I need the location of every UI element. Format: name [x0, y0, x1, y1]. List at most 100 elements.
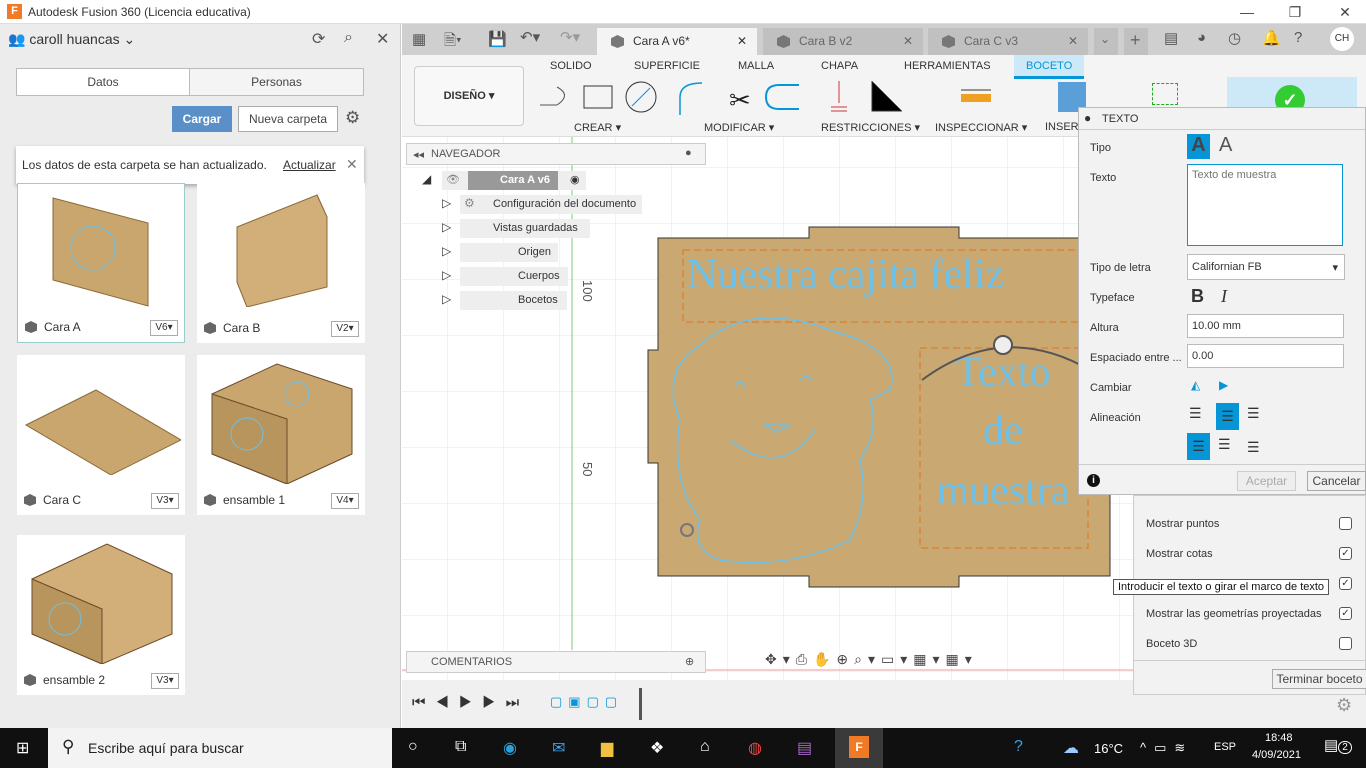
version-selector[interactable]: V3▾ [151, 493, 179, 509]
flip-horizontal-icon[interactable]: ◭ [1191, 378, 1200, 392]
search-box[interactable]: ⚲ Escribe aquí para buscar [48, 728, 392, 768]
avatar[interactable]: CH [1330, 27, 1354, 51]
align-center-icon[interactable]: ☰ [1216, 403, 1239, 430]
activate-radio-icon[interactable]: ◉ [570, 171, 580, 190]
refresh-icon[interactable]: ⟳ [312, 29, 325, 49]
navigation-toolbar[interactable]: ✥▾⎙✋⊕⌕▾▭▾▦▾▦▾ [765, 651, 1000, 673]
expand-icon[interactable]: ▷ [442, 268, 451, 282]
align-right-icon[interactable]: ☰ [1247, 405, 1260, 422]
ok-button[interactable]: Aceptar [1237, 471, 1296, 491]
comments-panel[interactable]: COMENTARIOS ⊕ [406, 651, 706, 673]
tab-datos[interactable]: Datos [16, 68, 190, 96]
update-link[interactable]: Actualizar [283, 158, 336, 172]
tab-cara-a[interactable]: Cara A v6* ✕ [597, 28, 757, 55]
close-tab-icon[interactable]: ✕ [737, 34, 747, 48]
minimize-button[interactable]: — [1232, 2, 1262, 22]
select-icon[interactable] [1152, 83, 1178, 105]
tab-chapa[interactable]: CHAPA [821, 60, 858, 72]
font-select[interactable]: Californian FB ▾ [1187, 254, 1345, 280]
version-selector[interactable]: V4▾ [331, 493, 359, 509]
notifications-icon[interactable]: ▤ 2 [1324, 736, 1352, 754]
browser-node-document-settings[interactable]: Configuración del documento [460, 195, 642, 214]
team-selector[interactable]: 👥 caroll huancas ⌄ [8, 31, 135, 48]
redo-icon[interactable]: ↷▾ [560, 28, 580, 46]
restore-button[interactable]: ❐ [1280, 2, 1310, 22]
add-comment-icon[interactable]: ⊕ [685, 655, 694, 668]
close-window-button[interactable]: ✕ [1330, 2, 1360, 22]
tab-cara-c[interactable]: Cara C v3 ✕ [928, 28, 1088, 55]
close-tab-icon[interactable]: ✕ [1068, 34, 1078, 48]
job-status-icon[interactable]: ▤ [1164, 29, 1178, 47]
version-selector[interactable]: V6▾ [150, 320, 178, 336]
version-selector[interactable]: V2▾ [331, 321, 359, 337]
file-card[interactable]: Cara C V3▾ [17, 355, 185, 515]
help-icon[interactable]: ? [1014, 738, 1023, 756]
clock-date[interactable]: 4/09/2021 [1252, 749, 1301, 761]
save-icon[interactable]: 💾 [488, 30, 507, 48]
file-card[interactable]: ensamble 2 V3▾ [17, 535, 185, 695]
tab-personas[interactable]: Personas [189, 68, 364, 96]
new-folder-button[interactable]: Nueva carpeta [238, 106, 338, 132]
expand-icon[interactable]: ▷ [442, 220, 451, 234]
cortana-icon[interactable]: ○ [408, 738, 418, 756]
cancel-button[interactable]: Cancelar [1307, 471, 1366, 491]
timeline-playback-controls[interactable]: ⏮◀▶▶⏭ [412, 694, 529, 711]
tab-overflow-chevron-icon[interactable]: ⌄ [1094, 28, 1118, 55]
align-bottom-icon[interactable]: ☰ [1247, 439, 1260, 456]
windows-start-icon[interactable]: ⊞ [16, 738, 29, 758]
upload-button[interactable]: Cargar [172, 106, 232, 132]
chrome-icon[interactable]: ◍ [748, 738, 762, 758]
file-menu-icon[interactable]: 🗎▾ [444, 30, 462, 55]
browser-node-sketches[interactable]: Bocetos [460, 291, 567, 310]
bold-button[interactable]: B [1191, 286, 1204, 307]
extensions-icon[interactable]: ◕ [1197, 29, 1206, 46]
spacing-input[interactable]: 0.00 [1187, 344, 1344, 368]
file-card[interactable]: Cara A V6▾ [17, 183, 185, 343]
search-icon[interactable]: ⌕ [344, 29, 353, 47]
dialog-header[interactable]: ● TEXTO [1079, 108, 1365, 130]
inspect-menu[interactable]: INSPECCIONAR ▾ [935, 121, 1027, 134]
app-icon[interactable]: ⌂ [700, 738, 710, 756]
version-selector[interactable]: V3▾ [151, 673, 179, 689]
create-menu[interactable]: CREAR ▾ [574, 121, 621, 134]
collapse-icon[interactable]: ◂◂ [413, 148, 424, 161]
tray-icons[interactable]: ^▭≋ [1140, 740, 1193, 756]
weather-icon[interactable]: ☁ [1063, 738, 1079, 758]
align-top-icon[interactable]: ☰ [1187, 433, 1210, 460]
file-card[interactable]: Cara B V2▾ [197, 183, 365, 343]
edge-icon[interactable]: ◉ [503, 738, 517, 758]
info-icon[interactable]: i [1087, 474, 1100, 487]
align-left-icon[interactable]: ☰ [1189, 405, 1202, 422]
undo-icon[interactable]: ↶▾ [520, 28, 540, 46]
expand-icon[interactable]: ▷ [442, 196, 451, 210]
text-type-regular-button[interactable]: A [1187, 134, 1210, 159]
tab-boceto[interactable]: BOCETO [1014, 55, 1085, 79]
browser-node-bodies[interactable]: Cuerpos [460, 267, 568, 286]
file-explorer-icon[interactable]: ▆ [601, 738, 613, 758]
gear-icon[interactable]: ⚙ [1336, 695, 1352, 716]
timeline-features[interactable]: ▢▣▢▢ [550, 694, 630, 712]
browser-node-named-views[interactable]: Vistas guardadas [460, 219, 590, 238]
show-constraints-checkbox[interactable]: ✓ [1339, 577, 1352, 590]
expand-icon[interactable]: ▷ [442, 292, 451, 306]
finish-sketch-button[interactable]: Terminar boceto [1272, 669, 1366, 689]
bell-icon[interactable]: 🔔 [1262, 29, 1281, 47]
modify-menu[interactable]: MODIFICAR ▾ [704, 121, 774, 134]
text-type-path-button[interactable]: A [1219, 134, 1232, 157]
tab-malla[interactable]: MALLA [738, 60, 774, 72]
clock-time[interactable]: 18:48 [1265, 732, 1293, 744]
expand-icon[interactable]: ▷ [442, 244, 451, 258]
fusion-taskbar-button[interactable]: F [835, 728, 883, 768]
expand-root-icon[interactable]: ◢ [422, 172, 431, 186]
language-indicator[interactable]: ESP [1214, 741, 1236, 753]
finish-sketch-panel[interactable]: ✓ [1227, 77, 1357, 115]
timeline-marker[interactable] [639, 688, 642, 720]
collapse-dialog-icon[interactable]: ● [1084, 111, 1091, 125]
show-points-checkbox[interactable] [1339, 517, 1352, 530]
3d-sketch-checkbox[interactable] [1339, 637, 1352, 650]
tab-cara-b[interactable]: Cara B v2 ✕ [763, 28, 923, 55]
show-dimensions-checkbox[interactable]: ✓ [1339, 547, 1352, 560]
text-input[interactable] [1187, 164, 1343, 246]
winrar-icon[interactable]: ▤ [797, 738, 812, 758]
italic-button[interactable]: I [1221, 286, 1227, 307]
